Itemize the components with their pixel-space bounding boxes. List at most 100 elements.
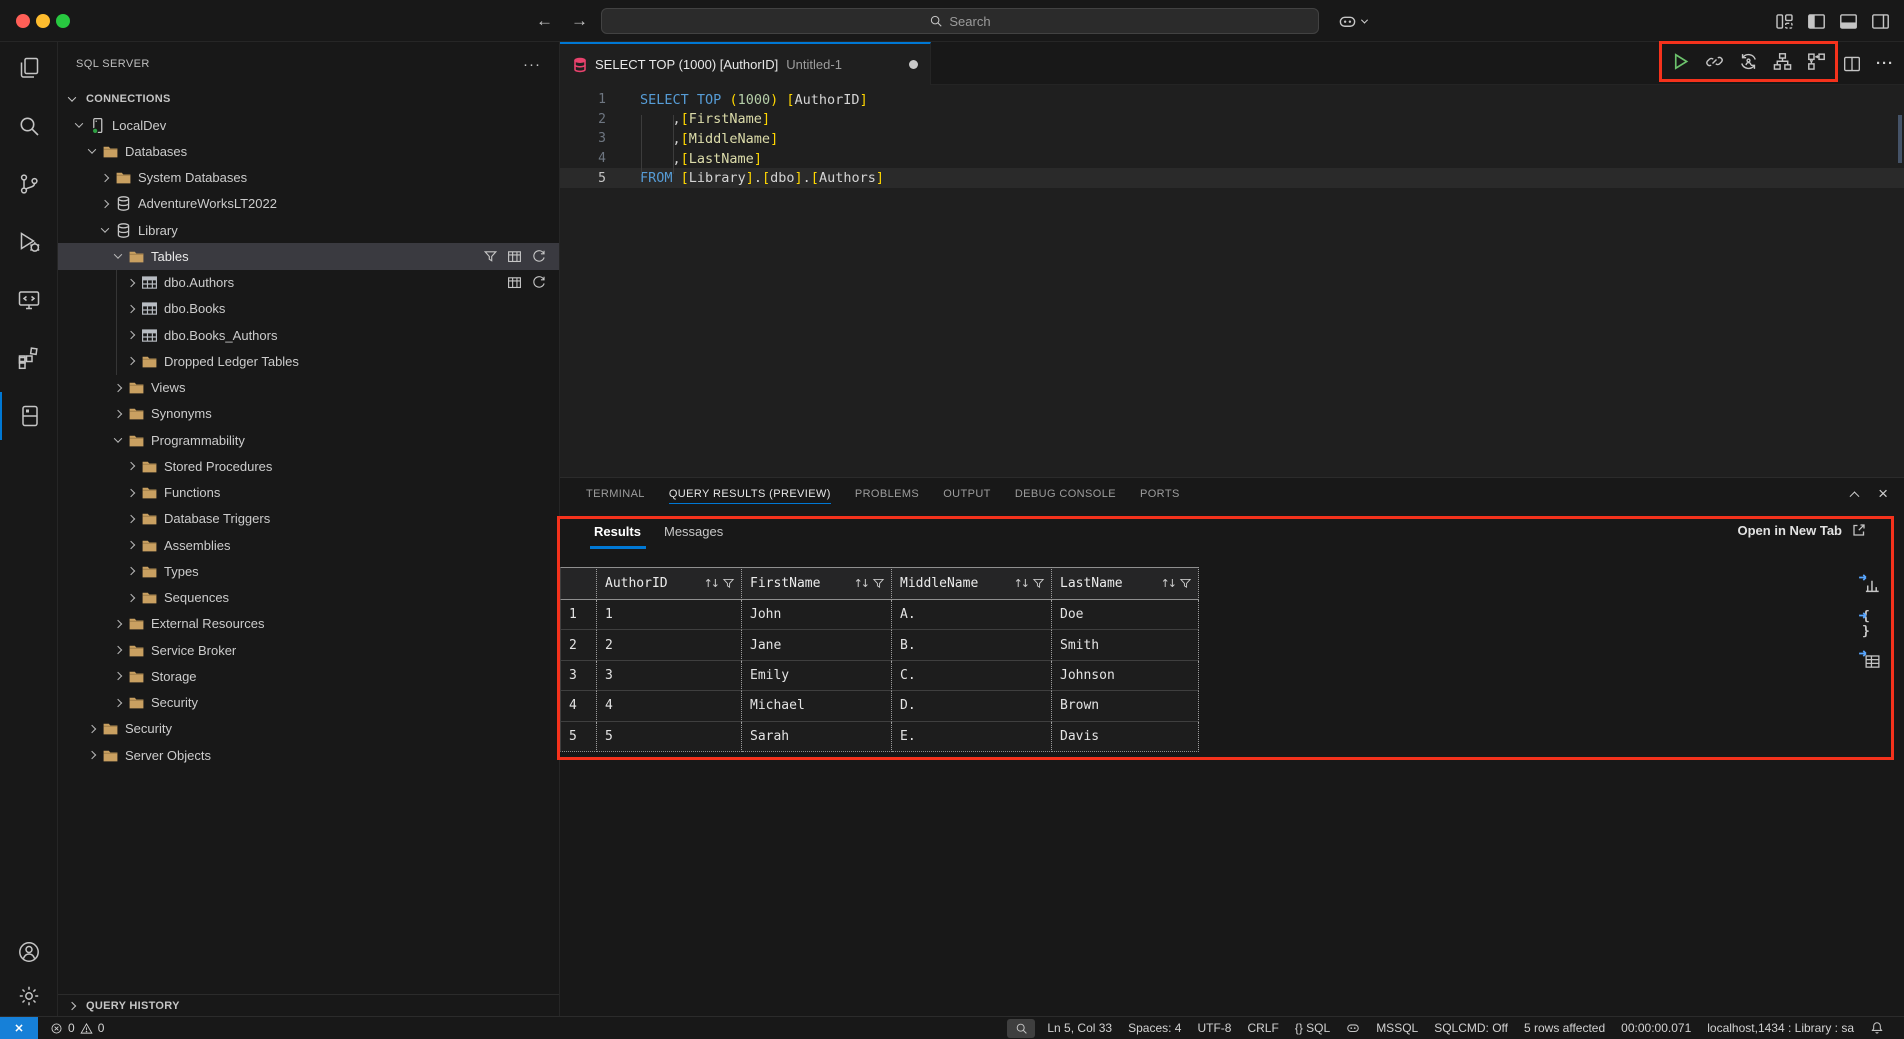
data-cell[interactable]: C. <box>892 661 1052 691</box>
tree-item-external-resources[interactable]: External Resources <box>58 611 559 637</box>
back-button[interactable]: ← <box>536 11 553 31</box>
row-number-cell[interactable]: 2 <box>560 630 597 660</box>
data-cell[interactable]: 2 <box>597 630 742 660</box>
column-header-authorid[interactable]: AuthorID↑↓ <box>597 567 742 600</box>
panel-tab-problems[interactable]: PROBLEMS <box>843 478 931 509</box>
status-query-elapsed-time[interactable]: 00:00:00.071 <box>1613 1021 1699 1035</box>
sort-icon[interactable]: ↑↓ <box>854 577 868 590</box>
filter-icon[interactable] <box>722 577 735 590</box>
activity-item-run-and-debug[interactable] <box>0 218 58 266</box>
chevron-right-icon[interactable] <box>110 642 126 658</box>
data-cell[interactable]: D. <box>892 691 1052 721</box>
editor-more-actions-button[interactable]: ··· <box>1876 55 1894 72</box>
data-cell[interactable]: 3 <box>597 661 742 691</box>
save-as-json-button[interactable]: { } <box>1862 613 1883 634</box>
tree-item-sequences[interactable]: Sequences <box>58 585 559 611</box>
code-line-4[interactable]: 4 ,[LastName] <box>560 149 1904 169</box>
chevron-right-icon[interactable] <box>110 406 126 422</box>
tree-item-functions[interactable]: Functions <box>58 480 559 506</box>
tree-item-tables[interactable]: Tables <box>58 243 559 269</box>
chevron-right-icon[interactable] <box>123 563 139 579</box>
status-encoding[interactable]: UTF-8 <box>1189 1021 1239 1035</box>
column-header-lastname[interactable]: LastName↑↓ <box>1052 567 1199 600</box>
problems-status-button[interactable]: 0 0 <box>50 1021 104 1035</box>
row-number-cell[interactable]: 3 <box>560 661 597 691</box>
data-cell[interactable]: Emily <box>742 661 892 691</box>
chevron-right-icon[interactable] <box>97 196 113 212</box>
chevron-right-icon[interactable] <box>123 458 139 474</box>
open-in-new-tab-button[interactable]: Open in New Tab <box>1738 522 1868 538</box>
grid-action-icon[interactable] <box>507 249 522 264</box>
disconnect-button[interactable] <box>1705 52 1724 71</box>
data-cell[interactable]: A. <box>892 600 1052 630</box>
filter-icon[interactable] <box>483 249 498 264</box>
activity-item-search[interactable] <box>0 102 58 150</box>
sort-icon[interactable]: ↑↓ <box>1161 577 1175 590</box>
traffic-maximize-button[interactable] <box>56 14 70 28</box>
status-language-mode[interactable]: {} SQL <box>1287 1021 1338 1035</box>
tree-item-programmability[interactable]: Programmability <box>58 427 559 453</box>
activity-item-remote-explorer[interactable] <box>0 276 58 324</box>
tree-item-assemblies[interactable]: Assemblies <box>58 532 559 558</box>
sort-icon[interactable]: ↑↓ <box>704 577 718 590</box>
forward-button[interactable]: → <box>571 11 588 31</box>
column-header-firstname[interactable]: FirstName↑↓ <box>742 567 892 600</box>
chevron-down-icon[interactable] <box>97 222 113 238</box>
chevron-right-icon[interactable] <box>84 747 100 763</box>
toggle-primary-sidebar-icon[interactable] <box>1807 12 1826 31</box>
data-cell[interactable]: John <box>742 600 892 630</box>
save-as-excel-button[interactable] <box>1862 651 1883 672</box>
estimated-plan-button[interactable] <box>1773 52 1792 71</box>
tab-messages[interactable]: Messages <box>664 524 723 539</box>
chevron-right-icon[interactable] <box>110 695 126 711</box>
change-connection-button[interactable] <box>1739 52 1758 71</box>
section-connections[interactable]: CONNECTIONS <box>58 86 559 112</box>
traffic-close-button[interactable] <box>16 14 30 28</box>
chevron-right-icon[interactable] <box>123 301 139 317</box>
code-line-5[interactable]: 5FROM [Library].[dbo].[Authors] <box>560 168 1904 188</box>
chevron-right-icon[interactable] <box>123 537 139 553</box>
panel-tab-terminal[interactable]: TERMINAL <box>574 478 657 509</box>
chevron-right-icon[interactable] <box>123 511 139 527</box>
split-editor-button[interactable] <box>1843 55 1861 73</box>
tree-item-dropped-ledger-tables[interactable]: Dropped Ledger Tables <box>58 348 559 374</box>
panel-tab-debug-console[interactable]: DEBUG CONSOLE <box>1003 478 1128 509</box>
code-line-3[interactable]: 3 ,[MiddleName] <box>560 129 1904 149</box>
tree-item-service-broker[interactable]: Service Broker <box>58 637 559 663</box>
data-cell[interactable]: 4 <box>597 691 742 721</box>
tree-item-database-triggers[interactable]: Database Triggers <box>58 506 559 532</box>
data-cell[interactable]: Johnson <box>1052 661 1199 691</box>
section-query-history[interactable]: QUERY HISTORY <box>58 994 559 1016</box>
tree-item-storage[interactable]: Storage <box>58 663 559 689</box>
tree-item-synonyms[interactable]: Synonyms <box>58 401 559 427</box>
data-cell[interactable]: E. <box>892 722 1052 752</box>
data-cell[interactable]: 5 <box>597 722 742 752</box>
filter-icon[interactable] <box>1179 577 1192 590</box>
tree-item-views[interactable]: Views <box>58 375 559 401</box>
code-line-1[interactable]: 1SELECT TOP (1000) [AuthorID] <box>560 90 1904 110</box>
chevron-down-icon[interactable] <box>110 248 126 264</box>
modified-dot-icon[interactable] <box>909 60 918 69</box>
row-number-cell[interactable]: 5 <box>560 722 597 752</box>
data-cell[interactable]: Brown <box>1052 691 1199 721</box>
close-panel-icon[interactable]: × <box>1878 485 1888 502</box>
tree-item-databases[interactable]: Databases <box>58 138 559 164</box>
tab-results[interactable]: Results <box>594 524 641 539</box>
status-rows-affected[interactable]: 5 rows affected <box>1516 1021 1613 1035</box>
tree-item-dbo-books[interactable]: dbo.Books <box>58 296 559 322</box>
actual-plan-button[interactable] <box>1807 52 1826 71</box>
chevron-down-icon[interactable] <box>71 117 87 133</box>
refresh-icon[interactable] <box>531 275 546 290</box>
tree-item-library[interactable]: Library <box>58 217 559 243</box>
remote-indicator-button[interactable] <box>0 1017 38 1039</box>
code-line-2[interactable]: 2 ,[FirstName] <box>560 110 1904 130</box>
status-notifications[interactable] <box>1862 1021 1892 1035</box>
status-active-connection[interactable]: localhost,1434 : Library : sa <box>1699 1021 1862 1035</box>
activity-item-sql-server[interactable] <box>0 392 58 440</box>
chevron-right-icon[interactable] <box>110 616 126 632</box>
data-cell[interactable]: Smith <box>1052 630 1199 660</box>
activity-item-source-control[interactable] <box>0 160 58 208</box>
chevron-right-icon[interactable] <box>84 721 100 737</box>
data-cell[interactable]: B. <box>892 630 1052 660</box>
tree-item-dbo-books-authors[interactable]: dbo.Books_Authors <box>58 322 559 348</box>
